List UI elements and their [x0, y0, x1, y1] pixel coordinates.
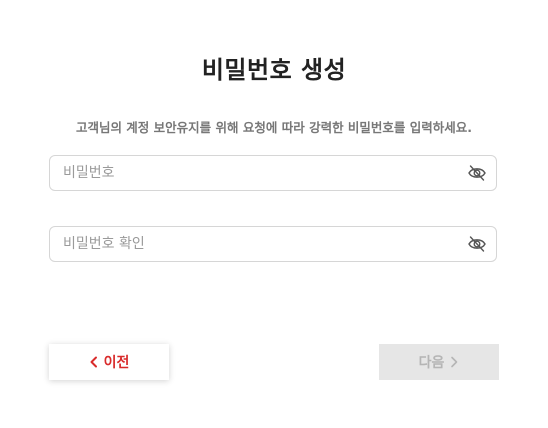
prev-button[interactable]: 이전 [49, 344, 169, 380]
next-button-label: 다음 [418, 355, 445, 371]
eye-off-icon[interactable] [467, 235, 487, 253]
password-confirm-input[interactable] [50, 227, 450, 261]
password-field [49, 155, 497, 191]
page-subtitle: 고객님의 계정 보안유지를 위해 요청에 따라 강력한 비밀번호를 입력하세요. [75, 120, 473, 135]
password-confirm-field [49, 226, 497, 262]
prev-button-label: 이전 [103, 355, 130, 371]
chevron-left-icon [89, 356, 99, 368]
eye-off-icon[interactable] [467, 164, 487, 182]
page-title: 비밀번호 생성 [201, 56, 347, 84]
next-button[interactable]: 다음 [379, 344, 499, 380]
chevron-right-icon [449, 356, 459, 368]
password-input[interactable] [50, 156, 450, 190]
